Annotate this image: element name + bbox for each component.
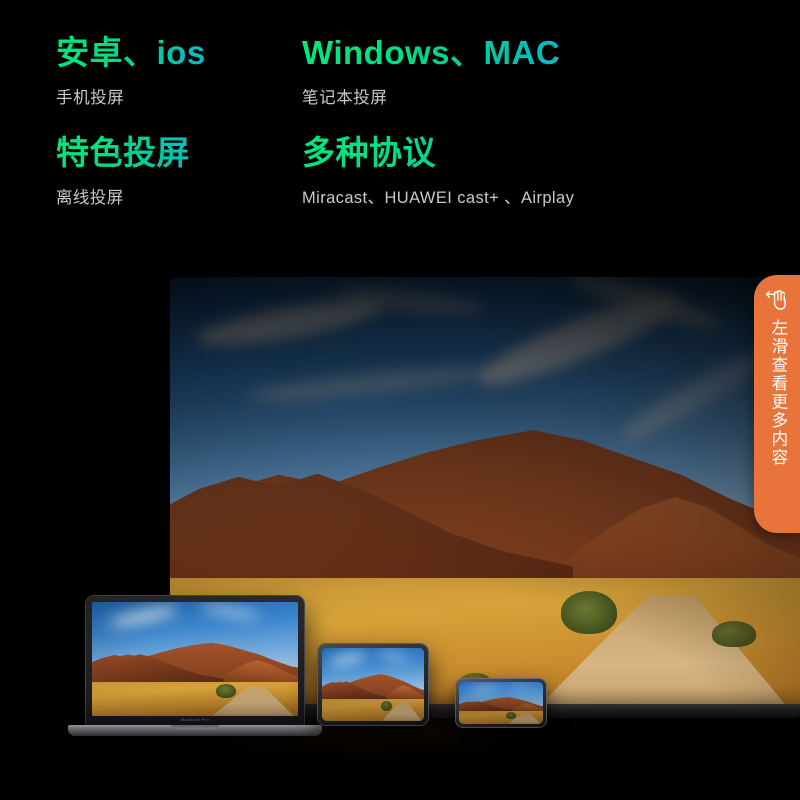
bush (711, 621, 756, 647)
device-phone (456, 679, 546, 727)
feature-android-ios: 安卓、ios 手机投屏 (56, 34, 302, 130)
feature-title: Windows、MAC (302, 34, 760, 73)
feature-title: 安卓、ios (56, 34, 302, 73)
feature-windows-mac: Windows、MAC 笔记本投屏 (302, 34, 760, 130)
feature-subtitle: Miracast、HUAWEI cast+ 、Airplay (302, 188, 575, 207)
acacia-tree (215, 684, 237, 698)
phone-screen (459, 682, 543, 724)
feature-protocols: 多种协议 Miracast、HUAWEI cast+ 、Airplay (302, 130, 760, 250)
feature-subtitle: 离线投屏 (56, 188, 124, 207)
feature-title: 多种协议 (302, 134, 760, 173)
swipe-tab-label: 左滑查看更多内容 (768, 319, 787, 467)
laptop-lid (86, 596, 304, 725)
acacia-tree (381, 700, 393, 711)
laptop-base: MacBook Pro (68, 717, 322, 736)
laptop-model-label: MacBook Pro (180, 717, 210, 722)
laptop-notch (171, 725, 219, 729)
scene-image-phone (459, 682, 543, 724)
device-laptop: MacBook Pro (68, 596, 322, 736)
device-tablet (318, 644, 428, 725)
scene-image-laptop (92, 602, 298, 716)
laptop-screen (92, 602, 298, 716)
swipe-left-tab[interactable]: 左滑查看更多内容 (754, 275, 800, 533)
acacia-tree (506, 712, 517, 719)
feature-subtitle: 笔记本投屏 (302, 88, 388, 107)
feature-special-cast: 特色投屏 离线投屏 (56, 130, 302, 250)
scene-image-tablet (322, 648, 424, 721)
feature-list: 安卓、ios 手机投屏 Windows、MAC 笔记本投屏 特色投屏 离线投屏 … (0, 0, 800, 250)
feature-subtitle: 手机投屏 (56, 88, 125, 107)
acacia-tree (560, 590, 618, 634)
tablet-screen (322, 648, 424, 721)
swipe-left-hand-icon (765, 290, 786, 310)
feature-title: 特色投屏 (56, 134, 302, 173)
